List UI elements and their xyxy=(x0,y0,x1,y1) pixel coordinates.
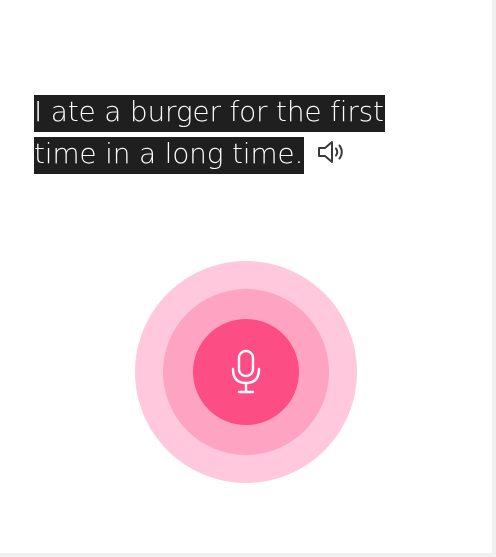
speaker-icon[interactable] xyxy=(316,136,348,164)
microphone-button[interactable] xyxy=(193,319,299,425)
record-button[interactable] xyxy=(135,261,357,483)
speaking-exercise-panel: I ate a burger for the first time in a l… xyxy=(0,0,496,557)
prompt-sentence: I ate a burger for the first time in a l… xyxy=(34,91,414,175)
microphone-icon xyxy=(231,349,261,394)
